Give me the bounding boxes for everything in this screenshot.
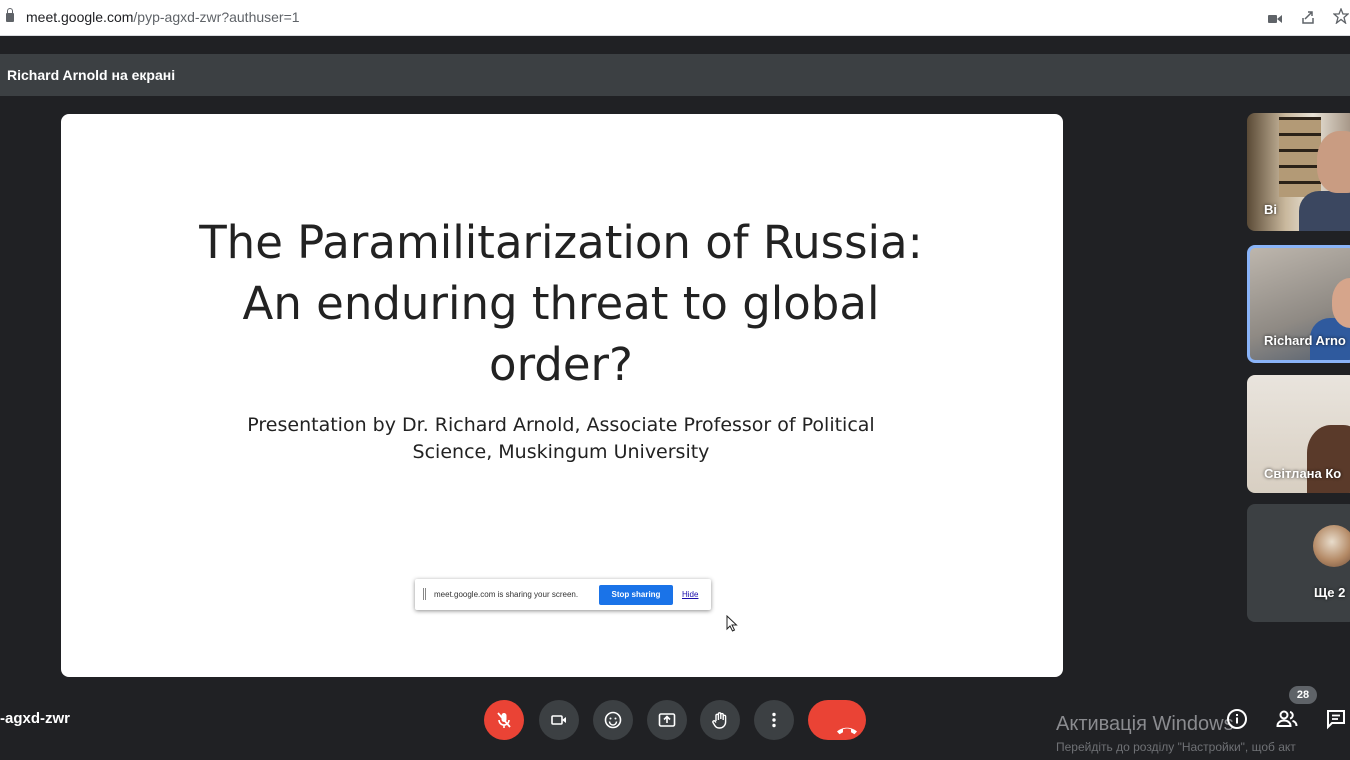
slide-subtitle-line: Presentation by Dr. Richard Arnold, Asso… bbox=[247, 414, 875, 436]
people-count-badge: 28 bbox=[1289, 686, 1317, 704]
participant-name: Richard Arno bbox=[1264, 333, 1346, 348]
share-icon[interactable] bbox=[1300, 9, 1316, 29]
chat-button[interactable] bbox=[1324, 708, 1348, 732]
participant-name: Ві bbox=[1264, 202, 1277, 217]
meeting-code: -agxd-zwr bbox=[0, 710, 71, 727]
meeting-details-button[interactable] bbox=[1225, 708, 1249, 732]
drag-handle-icon[interactable] bbox=[423, 588, 426, 600]
lock-icon bbox=[6, 8, 14, 22]
info-icon bbox=[1226, 709, 1248, 734]
video-person bbox=[1307, 425, 1350, 493]
more-participants-label: Ще 2 bbox=[1314, 585, 1346, 600]
shared-screen: The Paramilitarization of Russia: An end… bbox=[61, 114, 1063, 677]
mouse-cursor-icon bbox=[726, 614, 738, 637]
video-background bbox=[1279, 117, 1321, 197]
presenter-label: Richard Arnold на екрані bbox=[7, 67, 176, 83]
chat-icon bbox=[1325, 710, 1347, 734]
more-participants-tile[interactable]: Ще 2 bbox=[1247, 504, 1350, 622]
url-text[interactable]: meet.google.com/pyp-agxd-zwr?authuser=1 bbox=[26, 9, 300, 25]
video-person bbox=[1317, 131, 1350, 193]
slide-title-line: An enduring threat to global bbox=[242, 277, 880, 330]
stop-sharing-button[interactable]: Stop sharing bbox=[599, 585, 673, 605]
url-path: /pyp-agxd-zwr?authuser=1 bbox=[133, 9, 300, 25]
browser-content-top bbox=[0, 36, 1350, 54]
participant-tile[interactable]: Ві bbox=[1247, 113, 1350, 231]
star-icon[interactable] bbox=[1332, 7, 1350, 28]
screen-share-notice: meet.google.com is sharing your screen. … bbox=[415, 579, 711, 610]
slide-title: The Paramilitarization of Russia: An end… bbox=[161, 212, 961, 395]
participant-tile[interactable]: Світлана Ко bbox=[1247, 375, 1350, 493]
video-person bbox=[1299, 191, 1350, 231]
slide-subtitle: Presentation by Dr. Richard Arnold, Asso… bbox=[181, 412, 941, 466]
slide-title-line: order? bbox=[489, 338, 633, 391]
share-message: meet.google.com is sharing your screen. bbox=[434, 590, 579, 599]
mic-toggle-button[interactable] bbox=[484, 700, 524, 740]
browser-address-bar: meet.google.com/pyp-agxd-zwr?authuser=1 bbox=[0, 0, 1350, 36]
camera-icon[interactable] bbox=[1268, 11, 1282, 28]
windows-activation-hint: Перейдіть до розділу "Настройки", щоб ак… bbox=[1056, 740, 1296, 754]
slide-subtitle-line: Science, Muskingum University bbox=[412, 441, 710, 463]
people-button[interactable] bbox=[1275, 708, 1299, 732]
participant-name: Світлана Ко bbox=[1264, 466, 1342, 481]
reactions-button[interactable] bbox=[593, 700, 633, 740]
hide-link[interactable]: Hide bbox=[682, 590, 698, 599]
slide-title-line: The Paramilitarization of Russia: bbox=[199, 216, 923, 269]
windows-activation-title: Активація Windows bbox=[1056, 713, 1234, 735]
present-button[interactable] bbox=[647, 700, 687, 740]
camera-toggle-button[interactable] bbox=[539, 700, 579, 740]
more-options-button[interactable] bbox=[754, 700, 794, 740]
participant-tile-active[interactable]: Richard Arno bbox=[1247, 245, 1350, 363]
url-host: meet.google.com bbox=[26, 9, 134, 25]
avatar bbox=[1313, 525, 1350, 567]
raise-hand-button[interactable] bbox=[700, 700, 740, 740]
leave-call-button[interactable] bbox=[808, 700, 866, 740]
presenter-bar: Richard Arnold на екрані bbox=[0, 54, 1350, 96]
people-icon bbox=[1275, 710, 1299, 734]
